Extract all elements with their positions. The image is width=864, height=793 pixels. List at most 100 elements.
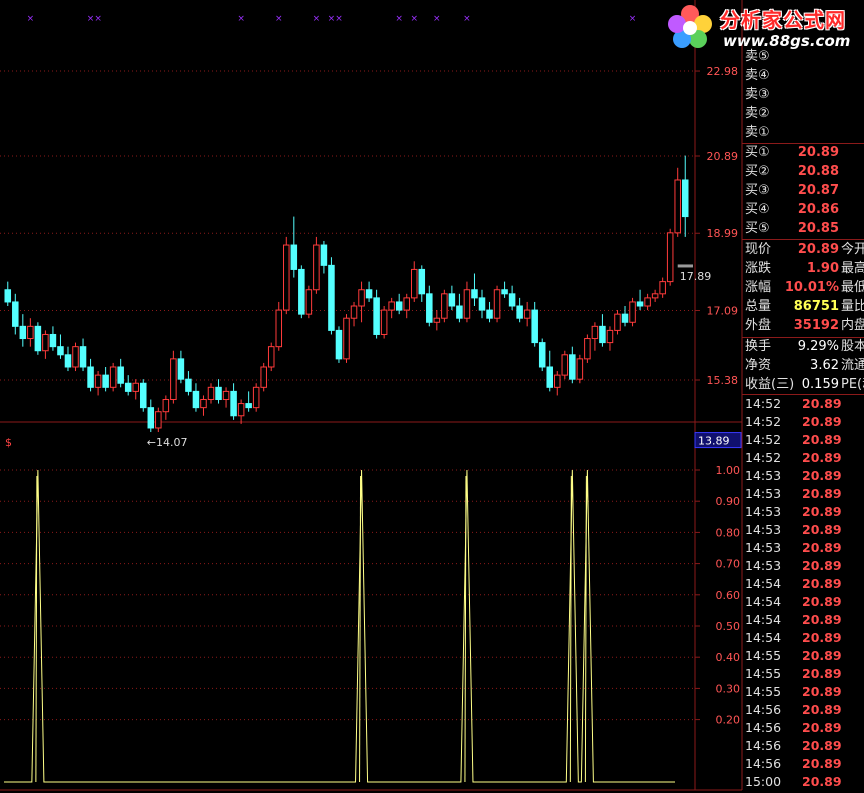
indicator-tick-label: 0.50 bbox=[716, 620, 741, 633]
candle-body bbox=[584, 338, 591, 360]
candle-body bbox=[486, 309, 493, 319]
quote-value: 35192 bbox=[793, 318, 839, 333]
chart-axes: 22.98 20.89 18.99 17.09 15.38 13.89 1.00 0.90 0.… bbox=[5, 65, 742, 727]
quote-label: 涨幅 bbox=[745, 280, 772, 295]
quote-value: 20.85 bbox=[797, 221, 839, 236]
quote-row: 买③ 20.87 bbox=[742, 182, 864, 200]
current-price-label: 13.89 bbox=[698, 435, 730, 448]
quote-value: 0.159 bbox=[801, 377, 839, 392]
chart-grid bbox=[0, 0, 743, 791]
tick-time: 14:55 bbox=[745, 666, 782, 681]
quote-label: 卖③ bbox=[745, 87, 770, 102]
candle-body bbox=[162, 399, 170, 413]
tick-time: 14:56 bbox=[745, 738, 782, 753]
candle-body bbox=[418, 268, 426, 295]
candle-body bbox=[538, 342, 546, 368]
candle-body bbox=[636, 301, 644, 307]
quote-value: 20.89 bbox=[797, 242, 839, 257]
quote-extra-label: 今开 bbox=[841, 242, 864, 257]
quote-label: 涨跌 bbox=[745, 261, 772, 276]
candle-body bbox=[501, 289, 508, 295]
candle-body bbox=[335, 329, 343, 360]
indicator-symbol: $ bbox=[5, 436, 12, 449]
candle-body bbox=[546, 366, 554, 388]
tick-time: 15:00 bbox=[745, 774, 782, 789]
candle-body bbox=[283, 244, 290, 311]
indicator-tick-label: 0.30 bbox=[716, 682, 741, 695]
candle-body bbox=[34, 325, 42, 352]
candle-body bbox=[350, 305, 358, 319]
candle-body bbox=[177, 358, 185, 380]
quote-label: 买⑤ bbox=[745, 221, 770, 236]
quote-row: 卖⑤ bbox=[742, 48, 864, 66]
candle-body bbox=[49, 333, 57, 348]
candle-body bbox=[42, 333, 49, 352]
tick-price: 20.89 bbox=[802, 468, 842, 483]
tick-price: 20.89 bbox=[802, 756, 842, 771]
quote-label: 买② bbox=[745, 164, 770, 179]
candle-body bbox=[651, 293, 659, 299]
signal-marker-x: × bbox=[629, 14, 637, 24]
candle-body bbox=[72, 346, 79, 368]
tick-price: 20.89 bbox=[802, 738, 842, 753]
candle-body bbox=[463, 289, 471, 319]
price-tick-label: 15.38 bbox=[707, 374, 739, 387]
quote-row: 现价 20.89 今开 bbox=[742, 241, 864, 259]
candle-body bbox=[155, 411, 162, 429]
tick-time: 14:53 bbox=[745, 504, 782, 519]
tick-time: 14:52 bbox=[745, 414, 782, 429]
quote-label: 买④ bbox=[745, 202, 770, 217]
candle-body bbox=[252, 386, 260, 409]
candle-body bbox=[403, 297, 410, 311]
tick-price: 20.89 bbox=[802, 702, 842, 717]
candle-body bbox=[629, 301, 636, 323]
tick-price: 20.89 bbox=[802, 684, 842, 699]
candle-body bbox=[365, 289, 373, 299]
candle-body bbox=[222, 390, 230, 401]
signal-marker-x: × bbox=[237, 14, 245, 24]
candle-body bbox=[260, 366, 267, 388]
flower-logo-icon bbox=[668, 5, 712, 48]
quote-row: 涨跌 1.90 最高 bbox=[742, 260, 864, 278]
candle-body bbox=[200, 399, 207, 409]
candle-body bbox=[388, 301, 395, 311]
quote-row: 卖② bbox=[742, 105, 864, 123]
candle-body bbox=[674, 179, 681, 234]
tick-price: 20.89 bbox=[802, 414, 842, 429]
tick-price: 20.89 bbox=[802, 522, 842, 537]
candle-body bbox=[576, 358, 584, 380]
quote-extra-label: 最低 bbox=[841, 280, 864, 295]
candle-body bbox=[554, 374, 561, 388]
tick-time: 14:54 bbox=[745, 576, 782, 591]
tick-price: 20.89 bbox=[802, 630, 842, 645]
candle-body bbox=[523, 309, 531, 319]
quote-row: 净资 3.62 流通 bbox=[742, 357, 864, 375]
candle-body bbox=[561, 354, 569, 376]
candle-body bbox=[433, 317, 441, 323]
quote-row: 涨幅 10.01% 最低 bbox=[742, 279, 864, 297]
indicator-tick-label: 0.90 bbox=[716, 495, 741, 508]
low-price-label: ←14.07 bbox=[147, 436, 188, 449]
quote-extra-label: 内盘 bbox=[841, 318, 864, 333]
candle-body bbox=[380, 309, 388, 335]
quote-row: 买② 20.88 bbox=[742, 163, 864, 181]
candle-body bbox=[599, 325, 606, 344]
quote-label: 净资 bbox=[745, 358, 772, 373]
candle-body bbox=[230, 390, 237, 417]
candle-body bbox=[27, 325, 34, 340]
candle-body bbox=[267, 346, 275, 368]
tick-price: 20.89 bbox=[802, 612, 842, 627]
candle-body bbox=[591, 325, 599, 340]
kline-chart[interactable]: × × × × × × × × × × × × × 22.9820.8918.9917.0915.381… bbox=[0, 0, 864, 793]
tick-time: 14:55 bbox=[745, 648, 782, 663]
quote-extra-label: 量比 bbox=[841, 299, 864, 314]
candle-body bbox=[64, 354, 72, 368]
candlestick-series[interactable] bbox=[4, 155, 689, 433]
candle-body bbox=[245, 403, 252, 409]
tick-price: 20.89 bbox=[802, 450, 842, 465]
signal-marker-x: × bbox=[94, 14, 102, 24]
candle-body bbox=[109, 366, 117, 388]
signal-marker-x: × bbox=[433, 14, 441, 24]
tick-time: 14:54 bbox=[745, 594, 782, 609]
candle-body bbox=[94, 374, 102, 388]
